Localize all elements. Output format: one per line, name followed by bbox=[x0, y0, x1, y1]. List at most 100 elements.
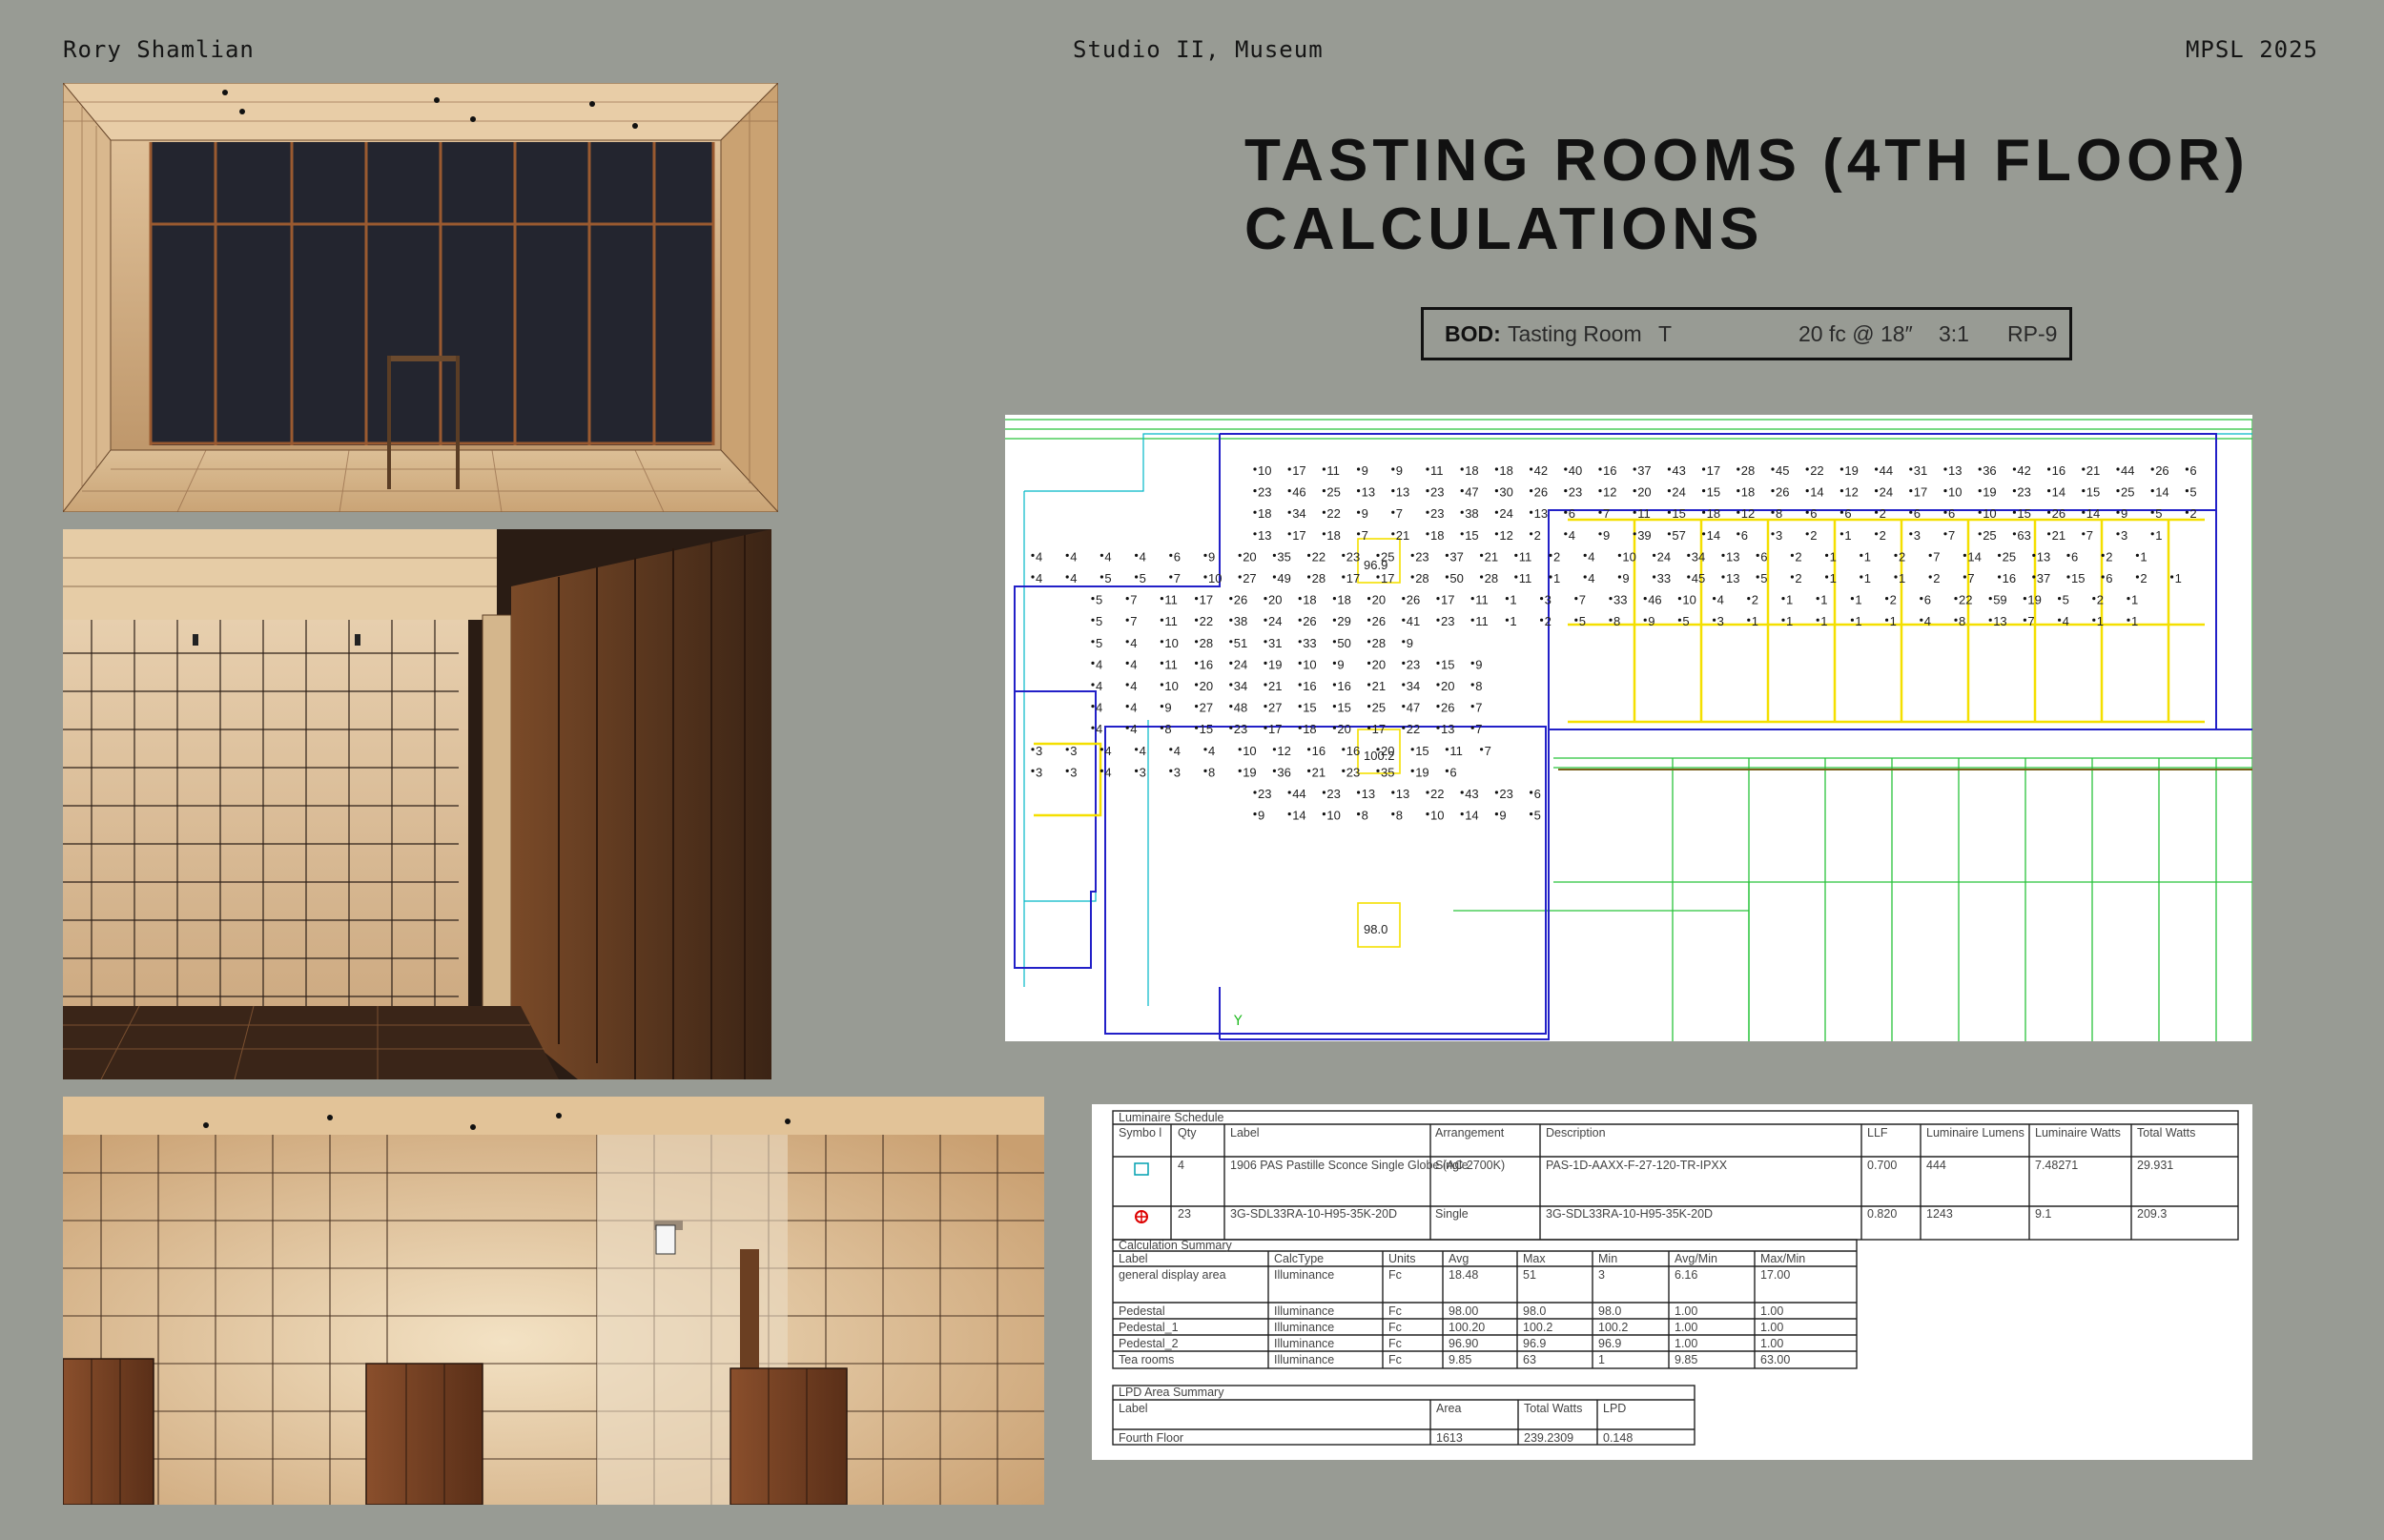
calc-point-value: 24 bbox=[1499, 506, 1512, 521]
calc-summary-header: Max/Min bbox=[1760, 1252, 1805, 1265]
calc-point-value: 14 bbox=[1967, 549, 1981, 564]
calc-point-marker bbox=[2066, 553, 2070, 557]
calc-point-value: 23 bbox=[1407, 657, 1420, 671]
calc-point-marker bbox=[1426, 812, 1429, 816]
calc-point-value: 14 bbox=[1465, 809, 1478, 823]
calc-point-value: 3 bbox=[1070, 765, 1077, 779]
calc-point-marker bbox=[1494, 489, 1498, 493]
calc-point-marker bbox=[2150, 510, 2154, 514]
calc-point-marker bbox=[1825, 553, 1829, 557]
calc-point-value: 9 bbox=[1208, 549, 1215, 564]
lpd-summary-header: Label bbox=[1119, 1402, 1148, 1415]
calc-summary-header: Label bbox=[1119, 1252, 1148, 1265]
calc-point-value: 5 bbox=[1096, 636, 1102, 650]
calc-summary-cell: 1.00 bbox=[1760, 1304, 1783, 1318]
calc-point-value: 3 bbox=[1036, 744, 1042, 758]
calc-point-marker bbox=[2185, 510, 2189, 514]
calc-point-value: 10 bbox=[1258, 463, 1271, 478]
calc-point-marker bbox=[1031, 575, 1035, 579]
calc-summary-cell: general display area bbox=[1119, 1268, 1226, 1282]
calc-point-marker bbox=[1357, 791, 1361, 794]
calc-point-marker bbox=[1514, 575, 1518, 579]
calc-point-value: 4 bbox=[1924, 614, 1931, 628]
calc-point-marker bbox=[1264, 683, 1267, 687]
calc-point-marker bbox=[1598, 467, 1602, 471]
calc-point-marker bbox=[1677, 597, 1681, 601]
calc-summary-header: Units bbox=[1388, 1252, 1415, 1265]
calc-point-marker bbox=[1737, 489, 1740, 493]
calc-point-marker bbox=[1332, 661, 1336, 665]
calc-point-value: 5 bbox=[1760, 571, 1767, 585]
calc-point-marker bbox=[1549, 553, 1552, 557]
calc-point-value: 16 bbox=[1200, 657, 1213, 671]
calc-point-value: 18 bbox=[1258, 506, 1271, 521]
calc-point-value: 1 bbox=[1786, 593, 1793, 607]
calc-point-marker bbox=[2185, 489, 2189, 493]
calc-point-marker bbox=[2101, 553, 2105, 557]
calc-point-value: 16 bbox=[2052, 463, 2065, 478]
calc-summary-header: CalcType bbox=[1274, 1252, 1324, 1265]
luminaire-schedule-header: Arrangement bbox=[1435, 1126, 1505, 1140]
calc-point-marker bbox=[1713, 618, 1716, 622]
calc-point-marker bbox=[2032, 553, 2036, 557]
calc-point-marker bbox=[1391, 532, 1395, 536]
calc-point-marker bbox=[1264, 640, 1267, 644]
calc-point-marker bbox=[1721, 575, 1725, 579]
calc-point-value: 5 bbox=[1096, 614, 1102, 628]
calc-point-value: 26 bbox=[2155, 463, 2168, 478]
calc-point-value: 57 bbox=[1672, 528, 1685, 543]
calc-point-value: 16 bbox=[2003, 571, 2016, 585]
calc-point-marker bbox=[1253, 510, 1257, 514]
calc-point-marker bbox=[2082, 532, 2086, 536]
calc-point-marker bbox=[1357, 467, 1361, 471]
calc-point-marker bbox=[1169, 769, 1173, 772]
calc-point-value: 28 bbox=[1741, 463, 1755, 478]
calc-point-value: 24 bbox=[1234, 657, 1247, 671]
luminaire-schedule-cell: 444 bbox=[1926, 1159, 1946, 1172]
calc-point-value: 7 bbox=[2086, 528, 2093, 543]
calc-point-value: 18 bbox=[1303, 722, 1316, 736]
calc-point-value: 37 bbox=[1637, 463, 1651, 478]
calc-point-value: 5 bbox=[2063, 593, 2069, 607]
calc-point-value: 12 bbox=[1277, 744, 1290, 758]
calc-point-value: 1 bbox=[2131, 593, 2138, 607]
calc-point-marker bbox=[1756, 575, 1759, 579]
calc-point-marker bbox=[2150, 467, 2154, 471]
calc-point-value: 8 bbox=[1776, 506, 1782, 521]
calc-point-value: 17 bbox=[1707, 463, 1720, 478]
calc-point-marker bbox=[1402, 705, 1406, 708]
calc-point-marker bbox=[1287, 489, 1291, 493]
calc-point-value: 37 bbox=[2037, 571, 2050, 585]
calc-point-value: 8 bbox=[1613, 614, 1620, 628]
calc-point-marker bbox=[1633, 489, 1636, 493]
calc-point-value: 40 bbox=[1569, 463, 1582, 478]
calc-point-value: 9 bbox=[1475, 657, 1482, 671]
calc-point-marker bbox=[1494, 812, 1498, 816]
calc-point-marker bbox=[2058, 597, 2062, 601]
calc-point-marker bbox=[1643, 618, 1647, 622]
calc-point-marker bbox=[1169, 575, 1173, 579]
calc-point-marker bbox=[1253, 532, 1257, 536]
calc-point-marker bbox=[1229, 597, 1233, 601]
calc-point-marker bbox=[1943, 467, 1947, 471]
calc-point-value: 4 bbox=[1070, 571, 1077, 585]
calc-point-marker bbox=[1065, 769, 1069, 772]
calc-point-marker bbox=[1357, 812, 1361, 816]
luminaire-schedule-cell: 3G-SDL33RA-10-H95-35K-20D bbox=[1546, 1207, 1713, 1221]
calc-summary-cell: 9.85 bbox=[1675, 1353, 1697, 1366]
calc-point-marker bbox=[1909, 510, 1913, 514]
calc-point-marker bbox=[2101, 575, 2105, 579]
calc-point-marker bbox=[2092, 618, 2096, 622]
calc-summary-cell: 1.00 bbox=[1760, 1337, 1783, 1350]
calc-point-value: 3 bbox=[1036, 765, 1042, 779]
calc-point-value: 20 bbox=[1372, 593, 1386, 607]
calc-point-marker bbox=[2135, 553, 2139, 557]
calc-point-value: 16 bbox=[1346, 744, 1360, 758]
calc-point-marker bbox=[1125, 597, 1129, 601]
calc-point-marker bbox=[1920, 597, 1923, 601]
calc-point-value: 1 bbox=[1855, 593, 1861, 607]
calc-point-marker bbox=[1470, 683, 1474, 687]
calc-point-marker bbox=[1357, 532, 1361, 536]
calc-point-value: 2 bbox=[1795, 571, 1801, 585]
calc-summary-cell: 96.9 bbox=[1598, 1337, 1621, 1350]
